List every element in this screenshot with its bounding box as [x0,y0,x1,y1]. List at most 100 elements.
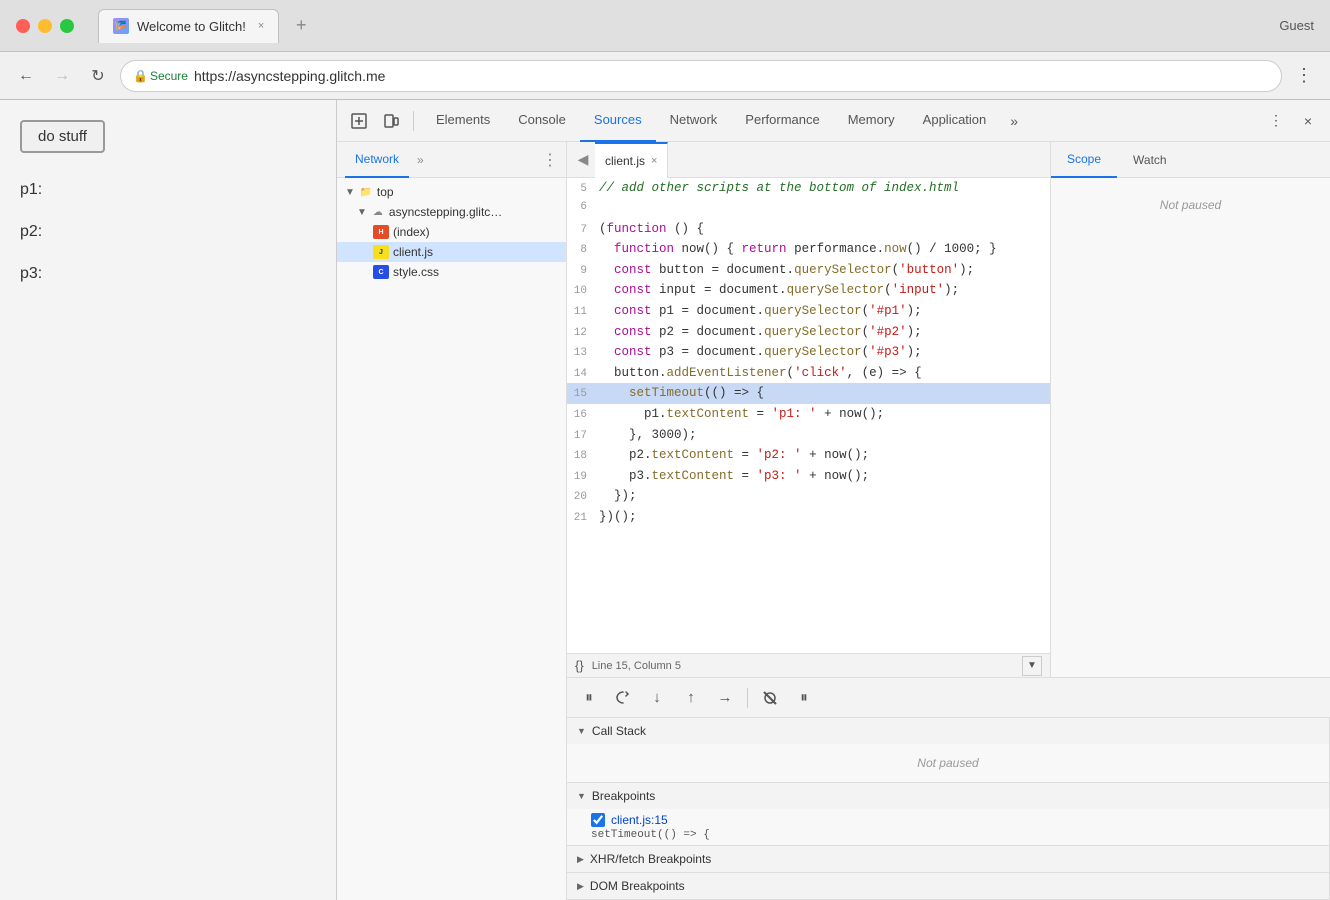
code-line-11[interactable]: 11 const p1 = document.querySelector('#p… [567,301,1050,322]
call-stack-arrow: ▼ [577,726,586,736]
line-number: 12 [567,325,599,343]
debugger-toolbar: ⏸ ↓ ↑ → ⏸ [567,678,1330,718]
code-line-15[interactable]: 15 setTimeout(() => { [567,383,1050,404]
line-number: 15 [567,386,599,404]
debug-step-btn[interactable]: → [711,684,739,712]
line-number: 18 [567,448,599,466]
breakpoint-checkbox[interactable] [591,813,605,827]
code-line-17[interactable]: 17 }, 3000); [567,425,1050,446]
browser-tab[interactable]: 🎏 Welcome to Glitch! × [98,9,279,43]
tab-application[interactable]: Application [909,100,1001,142]
scope-tab[interactable]: Scope [1051,142,1117,178]
tab-title: Welcome to Glitch! [137,19,246,34]
code-line-18[interactable]: 18 p2.textContent = 'p2: ' + now(); [567,445,1050,466]
debug-step-over-btn[interactable] [609,684,637,712]
code-line-10[interactable]: 10 const input = document.querySelector(… [567,280,1050,301]
back-button[interactable]: ← [12,62,40,90]
p3-label: p3: [20,265,316,283]
statusbar-dropdown[interactable]: ▼ [1022,656,1042,676]
code-line-13[interactable]: 13 const p3 = document.querySelector('#p… [567,342,1050,363]
dom-header[interactable]: ▶ DOM Breakpoints [567,873,1329,899]
file-tree-stylecss[interactable]: C style.css [337,262,566,282]
reload-button[interactable]: ↻ [84,62,112,90]
devtools-settings-btn[interactable]: ⋮ [1262,107,1290,135]
element-picker-btn[interactable] [345,107,373,135]
file-tree-clientjs[interactable]: J client.js [337,242,566,262]
code-line-9[interactable]: 9 const button = document.querySelector(… [567,260,1050,281]
braces-icon: {} [575,658,584,673]
index-label: (index) [393,225,430,239]
editor-file-tab-clientjs[interactable]: client.js × [595,142,668,178]
line-content: function now() { return performance.now(… [599,239,1050,259]
tab-memory[interactable]: Memory [834,100,909,142]
devtools-corner-buttons: ⋮ × [1262,107,1322,135]
debug-deactivate-btn[interactable] [756,684,784,712]
line-content: const p2 = document.querySelector('#p2')… [599,322,1050,342]
maximize-traffic-light[interactable] [60,19,74,33]
device-toggle-btn[interactable] [377,107,405,135]
code-line-7[interactable]: 7(function () { [567,219,1050,240]
html-icon: H [373,225,389,239]
devtools-more-tabs-btn[interactable]: » [1004,100,1024,142]
css-icon: C [373,265,389,279]
devtools-close-btn[interactable]: × [1294,107,1322,135]
editor-file-tab-close[interactable]: × [651,155,657,167]
new-tab-button[interactable]: + [287,12,315,40]
debug-pause-btn[interactable]: ⏸ [575,684,603,712]
tab-close-btn[interactable]: × [258,20,264,32]
source-tab-network[interactable]: Network [345,142,409,178]
tab-sources[interactable]: Sources [580,100,656,142]
source-toolbar-3dot[interactable]: ⋮ [542,150,558,170]
debug-async-btn[interactable]: ⏸ [790,684,818,712]
tab-network[interactable]: Network [656,100,732,142]
devtools-body: Network » ⋮ ▼ 📁 top ▼ ☁ asyncstepp [337,142,1330,900]
code-line-21[interactable]: 21})(); [567,507,1050,528]
tab-console[interactable]: Console [504,100,580,142]
js-icon: J [373,245,389,259]
traffic-lights [16,19,74,33]
debug-step-into-btn[interactable]: ↓ [643,684,671,712]
url-bar[interactable]: 🔒 Secure https://asyncstepping.glitch.me [120,60,1282,92]
debug-step-out-btn[interactable]: ↑ [677,684,705,712]
do-stuff-button[interactable]: do stuff [20,120,105,153]
code-line-5[interactable]: 5// add other scripts at the bottom of i… [567,178,1050,199]
tab-empty-area [323,12,371,40]
call-stack-header[interactable]: ▼ Call Stack [567,718,1329,744]
file-tree-top[interactable]: ▼ 📁 top [337,182,566,202]
line-number: 17 [567,428,599,446]
call-stack-not-paused: Not paused [567,744,1329,782]
breakpoints-header[interactable]: ▼ Breakpoints [567,783,1329,809]
xhr-header[interactable]: ▶ XHR/fetch Breakpoints [567,846,1329,872]
watch-tab[interactable]: Watch [1117,142,1183,178]
close-traffic-light[interactable] [16,19,30,33]
line-number: 16 [567,407,599,425]
source-more-btn[interactable]: » [417,153,424,167]
code-line-6[interactable]: 6 [567,199,1050,219]
browser-menu-button[interactable]: ⋮ [1290,62,1318,90]
code-content[interactable]: 5// add other scripts at the bottom of i… [567,178,1050,653]
dom-section: ▶ DOM Breakpoints [567,873,1329,900]
code-line-20[interactable]: 20 }); [567,486,1050,507]
bp-code: setTimeout(() => { [591,829,1317,841]
tab-area: 🎏 Welcome to Glitch! × + [98,9,1271,43]
tab-performance[interactable]: Performance [731,100,833,142]
right-not-paused: Not paused [1051,178,1330,232]
minimize-traffic-light[interactable] [38,19,52,33]
folder-icon: 📁 [359,185,373,199]
page-labels: p1: p2: p3: [20,181,316,283]
file-tree-index[interactable]: H (index) [337,222,566,242]
line-content: p2.textContent = 'p2: ' + now(); [599,445,1050,465]
editor-back-btn[interactable]: ◀ [571,148,595,172]
forward-button[interactable]: → [48,62,76,90]
file-tree-domain[interactable]: ▼ ☁ asyncstepping.glitc… [337,202,566,222]
code-line-12[interactable]: 12 const p2 = document.querySelector('#p… [567,322,1050,343]
code-line-16[interactable]: 16 p1.textContent = 'p1: ' + now(); [567,404,1050,425]
code-line-8[interactable]: 8 function now() { return performance.no… [567,239,1050,260]
code-line-14[interactable]: 14 button.addEventListener('click', (e) … [567,363,1050,384]
code-line-19[interactable]: 19 p3.textContent = 'p3: ' + now(); [567,466,1050,487]
devtools-bottom: ⏸ ↓ ↑ → ⏸ [567,677,1330,900]
sources-left-toolbar: Network » ⋮ [337,142,566,178]
breakpoints-arrow: ▼ [577,791,586,801]
code-editor: ◀ client.js × 5// add other scripts at t… [567,142,1050,677]
tab-elements[interactable]: Elements [422,100,504,142]
